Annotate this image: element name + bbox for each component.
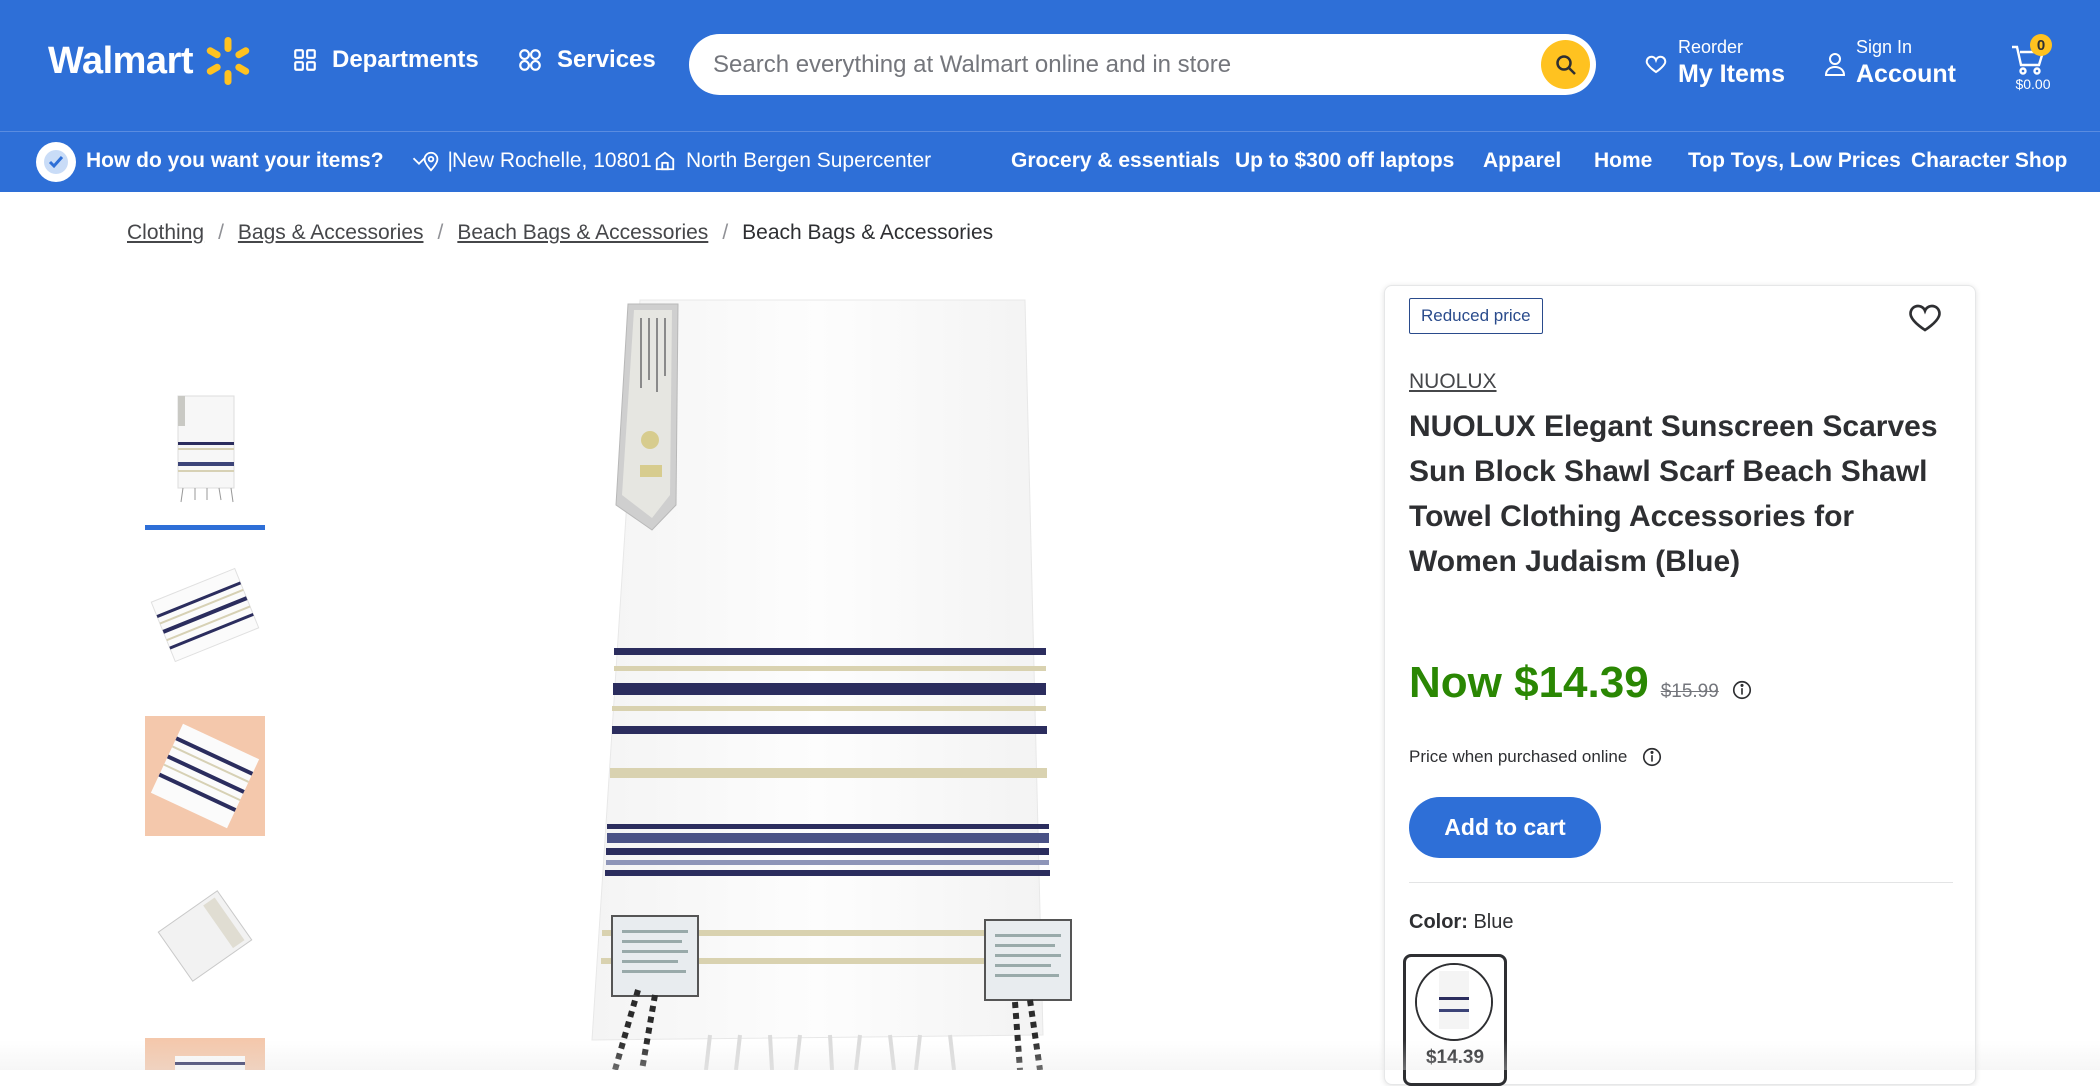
wishlist-heart-icon[interactable] xyxy=(1907,300,1943,336)
nav-link-toys[interactable]: Top Toys, Low Prices xyxy=(1688,149,1901,173)
store-text: North Bergen Supercenter xyxy=(686,149,932,172)
breadcrumb-separator: / xyxy=(722,221,729,244)
color-swatch-blue[interactable]: $14.39 xyxy=(1403,954,1507,1086)
search-bar xyxy=(689,34,1596,95)
spark-icon xyxy=(206,37,250,85)
services-button[interactable]: Services xyxy=(517,46,656,74)
search-button[interactable] xyxy=(1541,40,1590,89)
shawl-box-image xyxy=(145,876,265,996)
price-note-text: Price when purchased online xyxy=(1409,747,1628,766)
reorder-my-items[interactable]: Reorder My Items xyxy=(1644,36,1785,90)
shawl-hanging-image xyxy=(145,390,265,510)
fulfillment-selector[interactable]: How do you want your items? | xyxy=(86,149,453,173)
search-icon xyxy=(1555,54,1576,75)
color-selector-label: Color: Blue xyxy=(1409,911,1513,934)
search-input[interactable] xyxy=(713,50,1493,79)
breadcrumb: Clothing / Bags & Accessories / Beach Ba… xyxy=(127,221,993,245)
heart-icon xyxy=(1645,55,1667,74)
account-button[interactable]: Sign In Account xyxy=(1824,36,1956,90)
departments-button[interactable]: Departments xyxy=(292,46,479,74)
shawl-on-peach-image xyxy=(145,716,265,836)
account-label: Account xyxy=(1856,60,1956,88)
color-value: Blue xyxy=(1473,911,1514,933)
reorder-small-label: Reorder xyxy=(1678,37,1744,57)
cart-count-badge: 0 xyxy=(2030,34,2052,56)
store-icon xyxy=(655,151,675,171)
price-note: Price when purchased online xyxy=(1409,746,1663,768)
thumbnail-3[interactable] xyxy=(145,716,265,836)
swatch-image xyxy=(1415,963,1493,1041)
location-text: New Rochelle, 10801 xyxy=(452,149,652,172)
product-title: NUOLUX Elegant Sunscreen Scarves Sun Blo… xyxy=(1409,410,1938,578)
fulfillment-prompt: How do you want your items? xyxy=(86,149,384,172)
brand-link[interactable]: NUOLUX xyxy=(1409,370,1497,394)
location-pin-icon xyxy=(423,151,439,172)
thumbnail-active-indicator xyxy=(145,525,265,530)
cart-total: $0.00 xyxy=(2015,76,2051,92)
current-price: Now $14.39 xyxy=(1409,658,1649,707)
add-to-cart-button[interactable]: Add to cart xyxy=(1409,797,1601,858)
shawl-on-peach-image-2 xyxy=(145,1038,265,1070)
departments-label: Departments xyxy=(332,46,479,73)
breadcrumb-separator: / xyxy=(218,221,224,244)
nav-link-grocery[interactable]: Grocery & essentials xyxy=(1011,149,1220,173)
swatch-price: $14.39 xyxy=(1425,1047,1485,1068)
breadcrumb-clothing[interactable]: Clothing xyxy=(127,221,204,245)
nav-link-laptops[interactable]: Up to $300 off laptops xyxy=(1235,149,1454,173)
signin-small-label: Sign In xyxy=(1856,37,1913,57)
fulfillment-icon xyxy=(36,142,76,182)
thumbnail-1[interactable] xyxy=(145,390,265,510)
original-price: $15.99 xyxy=(1660,681,1719,702)
secondary-nav: How do you want your items? | New Rochel… xyxy=(0,131,2100,192)
breadcrumb-bags-accessories[interactable]: Bags & Accessories xyxy=(238,221,424,245)
cart-button[interactable]: 0 $0.00 xyxy=(2006,34,2060,94)
reduced-price-badge: Reduced price xyxy=(1409,298,1543,334)
reorder-big-label: My Items xyxy=(1678,60,1785,88)
departments-grid-icon xyxy=(294,49,316,71)
shawl-folded-image xyxy=(145,555,265,675)
thumbnail-4[interactable] xyxy=(145,876,265,996)
location-selector[interactable]: New Rochelle, 10801 xyxy=(420,149,652,173)
store-selector[interactable]: North Bergen Supercenter xyxy=(654,149,931,173)
user-icon xyxy=(1824,53,1846,76)
logo-text: Walmart xyxy=(48,39,194,82)
breadcrumb-separator: / xyxy=(437,221,444,244)
thumbnail-2[interactable] xyxy=(145,555,265,675)
breadcrumb-current: Beach Bags & Accessories xyxy=(742,221,994,244)
nav-link-home[interactable]: Home xyxy=(1594,149,1652,173)
services-icon xyxy=(519,49,541,71)
info-icon[interactable] xyxy=(1731,679,1753,701)
breadcrumb-beach-bags[interactable]: Beach Bags & Accessories xyxy=(457,221,708,245)
walmart-logo[interactable]: Walmart xyxy=(48,36,253,86)
nav-link-character-shop[interactable]: Character Shop xyxy=(1911,149,2067,173)
services-label: Services xyxy=(557,46,656,73)
nav-link-apparel[interactable]: Apparel xyxy=(1483,149,1561,173)
global-header: Walmart Departments Services Search ever… xyxy=(0,0,2100,131)
price-row: Now $14.39 $15.99 xyxy=(1409,658,1753,708)
product-info-panel: Reduced price NUOLUX NUOLUX Elegant Suns… xyxy=(1384,285,1976,1086)
main-product-image xyxy=(591,299,1072,1070)
divider xyxy=(1409,882,1953,883)
color-label: Color: xyxy=(1409,911,1468,933)
info-icon[interactable] xyxy=(1641,746,1663,768)
thumbnail-5[interactable] xyxy=(145,1038,265,1070)
